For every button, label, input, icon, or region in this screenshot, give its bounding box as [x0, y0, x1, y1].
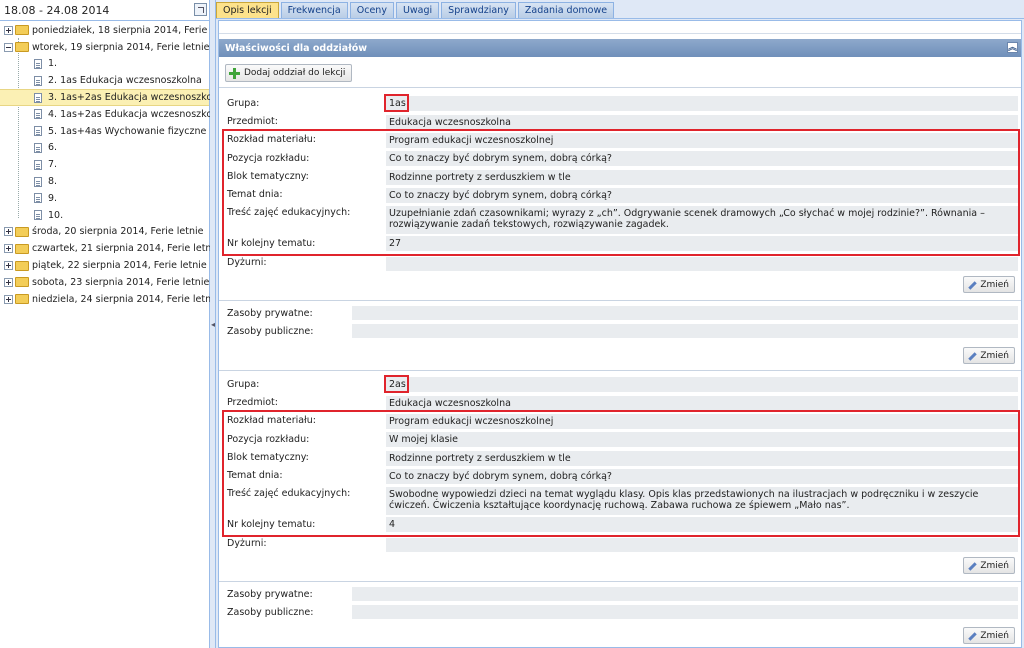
- group-value: 2as: [386, 377, 1018, 392]
- document-icon: [34, 176, 42, 187]
- highlight-box: [384, 375, 409, 393]
- document-icon: [34, 109, 42, 120]
- document-icon: [34, 210, 42, 221]
- public-resources-label: Zasoby publiczne:: [227, 326, 314, 337]
- tab-uwagi[interactable]: Uwagi: [395, 2, 440, 18]
- group-label: Grupa:: [227, 379, 260, 390]
- folder-open-icon: [15, 42, 29, 53]
- tree-lesson-node[interactable]: 8.: [0, 173, 209, 190]
- splitter-arrow-icon[interactable]: ◂: [211, 320, 215, 329]
- subject-label: Przedmiot:: [227, 397, 278, 408]
- tab-bar: Opis lekcji Frekwencja Oceny Uwagi Spraw…: [216, 0, 1024, 19]
- tab-sprawdziany[interactable]: Sprawdziany: [441, 2, 516, 18]
- collapse-panel-icon[interactable]: [1007, 40, 1018, 53]
- public-resources-label: Zasoby publiczne:: [227, 607, 314, 618]
- change-button[interactable]: Zmień: [963, 276, 1015, 293]
- folder-icon: [15, 260, 29, 271]
- separator: [219, 370, 1021, 371]
- document-icon: [34, 142, 42, 153]
- document-icon: [34, 75, 42, 86]
- tab-oceny[interactable]: Oceny: [349, 2, 394, 18]
- tree-day-node[interactable]: środa, 20 sierpnia 2014, Ferie letnie: [0, 224, 209, 241]
- change-button[interactable]: Zmień: [963, 347, 1015, 364]
- tree-lesson-node[interactable]: 4. 1as+2as Edukacja wczesnoszkolna: [0, 106, 227, 123]
- separator: [219, 300, 1021, 301]
- expand-icon[interactable]: [4, 261, 13, 271]
- tree-lesson-node[interactable]: 2. 1as Edukacja wczesnoszkolna: [0, 72, 209, 89]
- duty-label: Dyżurni:: [227, 257, 267, 268]
- left-panel: 18.08 - 24.08 2014 poniedziałek, 18 sier…: [0, 0, 237, 648]
- pencil-icon: [967, 351, 977, 361]
- document-icon: [34, 159, 42, 170]
- duty-label: Dyżurni:: [227, 538, 267, 549]
- date-range-text: 18.08 - 24.08 2014: [4, 3, 110, 17]
- expand-icon[interactable]: [4, 277, 13, 287]
- pencil-icon: [967, 280, 977, 290]
- duty-value: [386, 257, 1018, 271]
- collapse-icon[interactable]: [4, 42, 13, 52]
- right-panel: Opis lekcji Frekwencja Oceny Uwagi Spraw…: [216, 0, 1024, 648]
- expand-icon[interactable]: [4, 227, 13, 237]
- pencil-icon: [967, 631, 977, 641]
- add-icon: [229, 67, 240, 79]
- subject-value: Edukacja wczesnoszkolna: [386, 396, 1018, 411]
- tree-lesson-node[interactable]: 6.: [0, 140, 209, 157]
- highlight-box: [222, 129, 1020, 256]
- lesson-content: Właściwości dla oddziałów Dodaj oddział …: [218, 20, 1022, 648]
- subject-label: Przedmiot:: [227, 116, 278, 127]
- date-range-bar: 18.08 - 24.08 2014: [0, 0, 209, 21]
- separator: [219, 87, 1021, 88]
- private-resources-label: Zasoby prywatne:: [227, 308, 313, 319]
- private-resources-label: Zasoby prywatne:: [227, 589, 313, 600]
- folder-icon: [15, 294, 29, 305]
- change-button[interactable]: Zmień: [963, 627, 1015, 644]
- add-class-button[interactable]: Dodaj oddział do lekcji: [225, 64, 353, 82]
- tree-lesson-node[interactable]: 5. 1as+4as Wychowanie fizyczne: [0, 123, 209, 140]
- tab-zadania-domowe[interactable]: Zadania domowe: [517, 2, 615, 18]
- expand-icon[interactable]: [4, 25, 13, 35]
- tree-lesson-node[interactable]: 7.: [0, 156, 209, 173]
- folder-icon: [15, 226, 29, 237]
- folder-icon: [15, 277, 29, 288]
- panel-title: Właściwości dla oddziałów: [225, 42, 368, 54]
- tree-lesson-node[interactable]: 1.: [0, 56, 209, 73]
- tab-frekwencja[interactable]: Frekwencja: [280, 2, 348, 18]
- public-resources-value: [352, 324, 1018, 338]
- calendar-picker-icon[interactable]: [194, 3, 207, 16]
- lesson-tree: poniedziałek, 18 sierpnia 2014, Ferie le…: [0, 21, 237, 308]
- document-icon: [34, 126, 42, 137]
- tree-day-node[interactable]: piątek, 22 sierpnia 2014, Ferie letnie: [0, 257, 209, 274]
- tree-lesson-node[interactable]: 10.: [0, 207, 209, 224]
- tree-day-node[interactable]: poniedziałek, 18 sierpnia 2014, Ferie le…: [0, 22, 237, 39]
- tree-lesson-node-selected[interactable]: 3. 1as+2as Edukacja wczesnoszkolna: [0, 89, 227, 106]
- tree-lesson-node[interactable]: 9.: [0, 190, 209, 207]
- highlight-box: [222, 410, 1020, 537]
- tree-day-node[interactable]: sobota, 23 sierpnia 2014, Ferie letnie: [0, 274, 209, 291]
- highlight-box: [384, 94, 409, 112]
- tab-opis-lekcji[interactable]: Opis lekcji: [216, 2, 279, 18]
- tree-day-node[interactable]: wtorek, 19 sierpnia 2014, Ferie letnie: [0, 39, 210, 56]
- document-icon: [34, 193, 42, 204]
- group-label: Grupa:: [227, 98, 260, 109]
- subject-value: Edukacja wczesnoszkolna: [386, 115, 1018, 130]
- private-resources-value: [352, 587, 1018, 601]
- folder-icon: [15, 243, 29, 254]
- public-resources-value: [352, 605, 1018, 619]
- expand-icon[interactable]: [4, 294, 13, 304]
- duty-value: [386, 538, 1018, 552]
- tree-day-node[interactable]: niedziela, 24 sierpnia 2014, Ferie letni…: [0, 291, 220, 308]
- private-resources-value: [352, 306, 1018, 320]
- separator: [219, 581, 1021, 582]
- folder-icon: [15, 25, 29, 36]
- document-icon: [34, 92, 42, 103]
- pencil-icon: [967, 561, 977, 571]
- tree-day-node[interactable]: czwartek, 21 sierpnia 2014, Ferie letnie: [0, 240, 220, 257]
- panel-header: Właściwości dla oddziałów: [219, 39, 1021, 57]
- top-strip: [219, 21, 1021, 34]
- change-button[interactable]: Zmień: [963, 557, 1015, 574]
- document-icon: [34, 58, 42, 69]
- group-value: 1as: [386, 96, 1018, 111]
- expand-icon[interactable]: [4, 244, 13, 254]
